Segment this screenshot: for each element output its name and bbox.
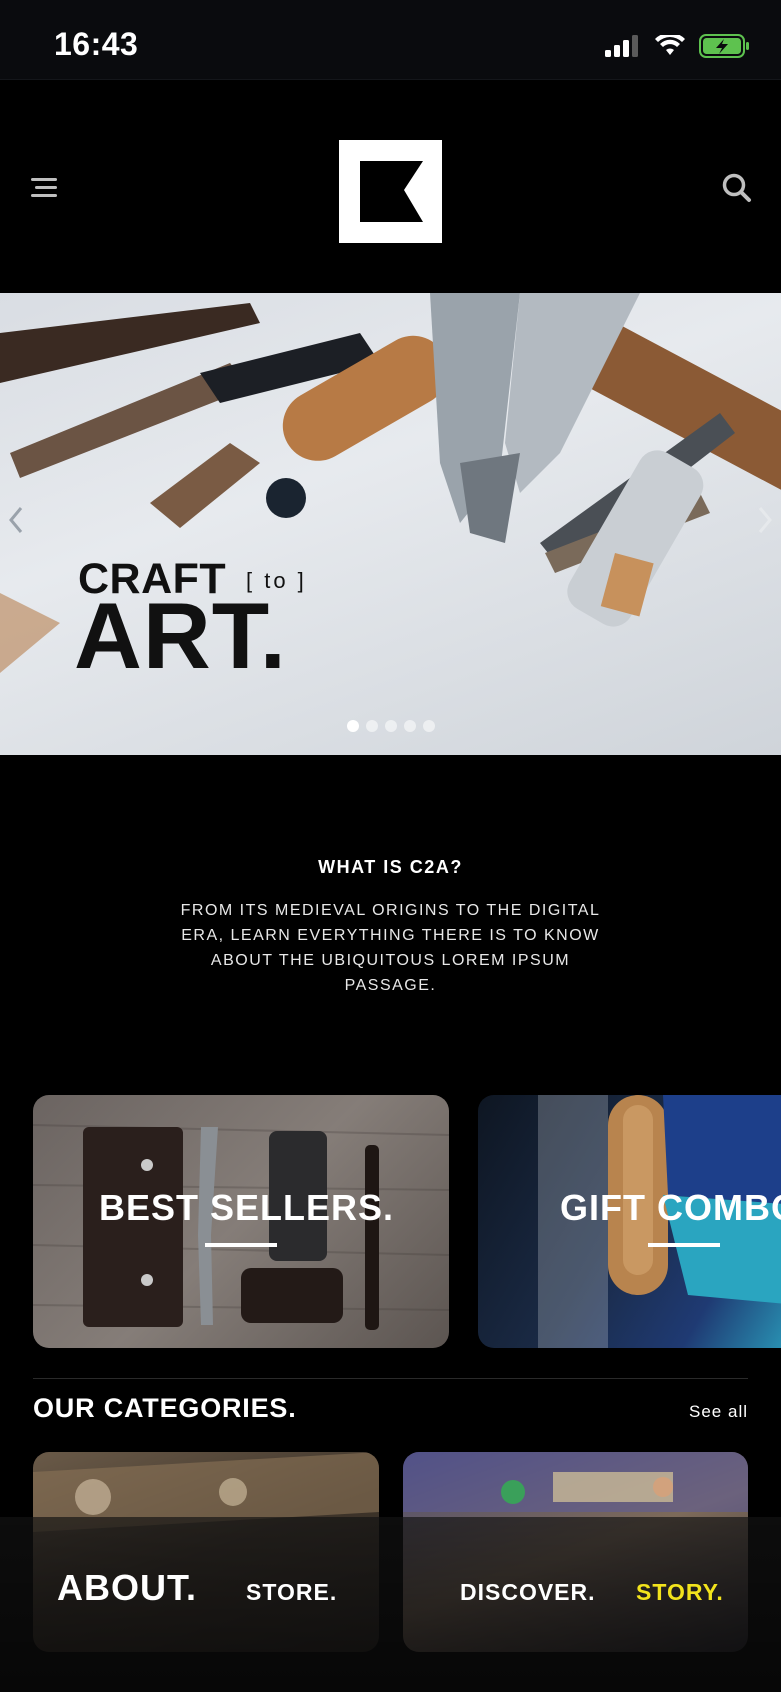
cellular-signal-icon [605,35,638,57]
hero-carousel[interactable]: CRAFT [ to ] ART. [0,293,781,755]
categories-title: OUR CATEGORIES. [33,1393,297,1423]
promo-card-best-sellers[interactable]: BEST SELLERS. [33,1095,449,1348]
logo-k-mark-icon [360,161,423,222]
search-icon [722,173,751,202]
hamburger-menu-icon [31,178,57,197]
search-button[interactable] [721,172,753,204]
wifi-icon [655,35,685,55]
carousel-dot[interactable] [366,720,378,732]
brand-logo[interactable] [339,140,442,243]
battery-charging-icon [699,34,749,58]
nav-store[interactable]: STORE. [246,1579,337,1606]
carousel-dot[interactable] [347,720,359,732]
status-bar: 16:43 [0,0,781,80]
chevron-right-icon [758,507,772,533]
intro-text: FROM ITS MEDIEVAL ORIGINS TO THE DIGITAL… [180,902,601,994]
status-icons [605,34,751,58]
bottom-navigation: ABOUT. STORE. DISCOVER. STORY. [0,1517,781,1692]
carousel-dots [347,720,435,732]
promo-label: GIFT COMBO [560,1187,781,1228]
chevron-left-icon [9,507,23,533]
nav-discover[interactable]: DISCOVER. [460,1579,596,1606]
promo-underline [205,1243,277,1247]
intro-title: WHAT IS C2A? [318,857,463,877]
carousel-dot[interactable] [404,720,416,732]
status-time: 16:43 [54,26,139,62]
promo-label: BEST SELLERS. [99,1187,395,1228]
hero-title-art: ART. [74,583,287,688]
see-all-link[interactable]: See all [689,1402,748,1422]
carousel-dot[interactable] [423,720,435,732]
header [0,80,781,293]
carousel-prev-button[interactable] [8,505,24,543]
promo-underline [648,1243,720,1247]
section-divider [33,1378,748,1379]
carousel-next-button[interactable] [757,505,773,543]
menu-button[interactable] [30,172,60,202]
nav-about[interactable]: ABOUT. [57,1567,197,1609]
promo-card-gift-combo[interactable]: GIFT COMBO [478,1095,781,1348]
carousel-dot[interactable] [385,720,397,732]
nav-story[interactable]: STORY. [636,1579,724,1606]
